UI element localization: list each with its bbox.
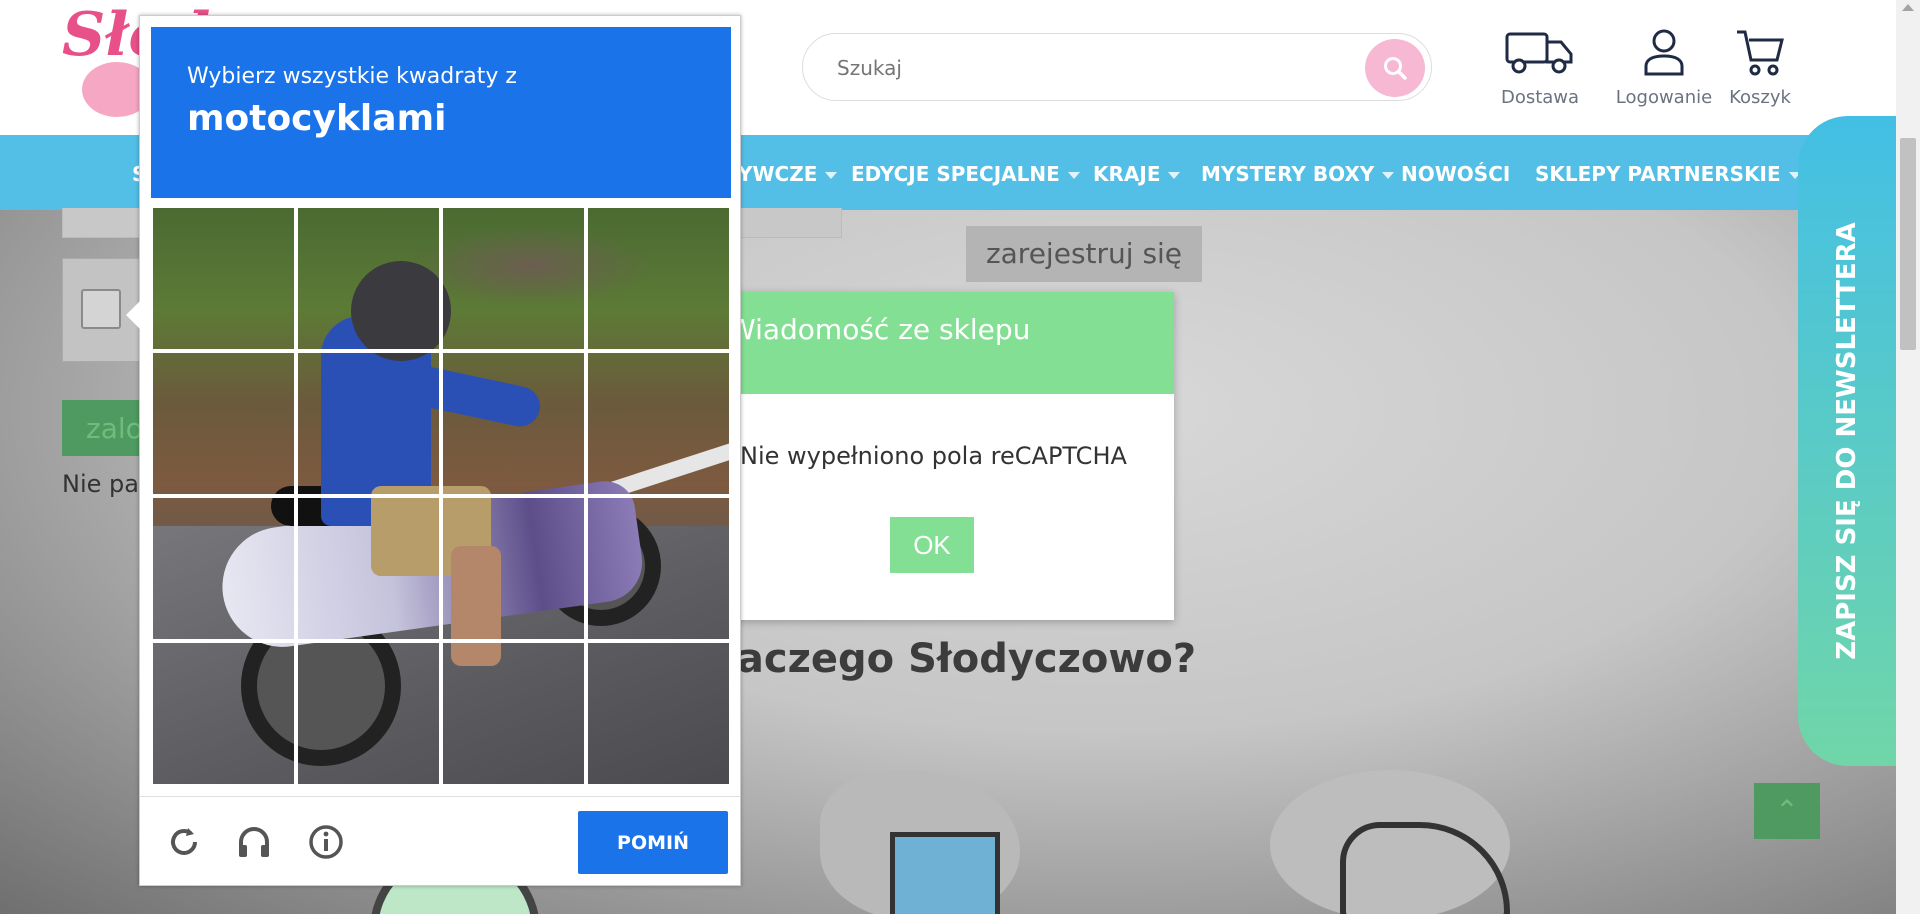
skip-button[interactable]: POMIŃ	[578, 811, 728, 874]
captcha-tile[interactable]	[441, 351, 586, 496]
captcha-tile[interactable]	[296, 641, 441, 786]
nav-item-food[interactable]: YWCZE	[738, 162, 838, 186]
register-button[interactable]: zarejestruj się	[966, 226, 1202, 282]
nav-item-label: EDYCJE SPECJALNE	[851, 162, 1060, 186]
captcha-tile[interactable]	[586, 206, 731, 351]
recaptcha-challenge: Wybierz wszystkie kwadraty z motocyklami	[126, 15, 741, 886]
cart-link[interactable]: Koszyk	[1720, 28, 1800, 108]
nav-item-label: YWCZE	[738, 162, 818, 186]
delivery-label: Dostawa	[1500, 87, 1580, 108]
fast-delivery-icon	[1340, 822, 1510, 914]
cart-label: Koszyk	[1729, 87, 1791, 108]
chevron-down-icon	[1067, 172, 1080, 179]
delivery-link[interactable]: Dostawa	[1490, 28, 1590, 108]
captcha-tiles	[151, 206, 731, 786]
captcha-tile[interactable]	[296, 206, 441, 351]
chevron-up-icon: ⌃	[1775, 794, 1799, 827]
captcha-tile[interactable]	[441, 206, 586, 351]
chevron-down-icon	[1168, 172, 1181, 179]
cart-icon	[1737, 30, 1784, 76]
headphones-icon[interactable]	[236, 824, 272, 860]
captcha-footer: POMIŃ	[140, 796, 740, 886]
search-bar	[802, 33, 1432, 101]
captcha-tile[interactable]	[296, 496, 441, 641]
newsletter-label: ZAPISZ SIĘ DO NEWSLETTERA	[1832, 222, 1862, 660]
nav-item-label: SKLEPY PARTNERSKIE	[1535, 162, 1781, 186]
captcha-instruction: Wybierz wszystkie kwadraty z	[187, 64, 517, 89]
nav-item-countries[interactable]: KRAJE	[1093, 162, 1181, 186]
login-label: Logowanie	[1615, 87, 1713, 108]
chevron-down-icon	[1382, 172, 1395, 179]
callout-pointer	[126, 301, 140, 329]
captcha-tile[interactable]	[151, 351, 296, 496]
page-scrollbar[interactable]	[1896, 0, 1920, 914]
reload-icon[interactable]	[166, 824, 202, 860]
shop-message-title: Wiadomość ze sklepu	[700, 292, 1174, 394]
nav-item-partner-shops[interactable]: SKLEPY PARTNERSKIE	[1535, 162, 1801, 186]
login-link[interactable]: Logowanie	[1608, 28, 1720, 108]
shop-message-dialog: Wiadomość ze sklepu Nie wypełniono pola …	[700, 292, 1174, 620]
feature-delivery-illustration	[1270, 770, 1510, 914]
truck-icon	[1505, 32, 1573, 74]
captcha-image-grid	[151, 206, 731, 786]
shop-message-text: Nie wypełniono pola reCAPTCHA	[740, 442, 1127, 470]
captcha-tile[interactable]	[296, 351, 441, 496]
captcha-tile[interactable]	[151, 641, 296, 786]
recaptcha-checkbox[interactable]	[81, 289, 121, 329]
nav-item-special-editions[interactable]: EDYCJE SPECJALNE	[851, 162, 1080, 186]
ok-button[interactable]: OK	[890, 517, 974, 573]
captcha-tile[interactable]	[151, 496, 296, 641]
search-button[interactable]	[1365, 39, 1425, 97]
info-icon[interactable]	[308, 824, 344, 860]
forgot-password-text[interactable]: Nie pa	[62, 470, 139, 498]
scroll-up-arrow-icon[interactable]	[1902, 4, 1914, 11]
captcha-target: motocyklami	[187, 98, 447, 139]
user-icon	[1644, 29, 1684, 76]
newsletter-tab[interactable]: ZAPISZ SIĘ DO NEWSLETTERA	[1798, 116, 1896, 766]
gift-icon	[890, 832, 1000, 914]
captcha-tile[interactable]	[441, 641, 586, 786]
nav-item-mystery-boxes[interactable]: MYSTERY BOXY	[1201, 162, 1395, 186]
why-heading: Dlaczego Słodyczowo?	[690, 636, 1197, 682]
captcha-tile[interactable]	[586, 641, 731, 786]
captcha-tile[interactable]	[151, 206, 296, 351]
captcha-tile[interactable]	[586, 496, 731, 641]
nav-item-new[interactable]: NOWOŚCI	[1401, 162, 1510, 186]
scroll-to-top-button[interactable]: ⌃	[1754, 783, 1820, 839]
scrollbar-thumb[interactable]	[1900, 138, 1916, 350]
nav-item-label: NOWOŚCI	[1401, 162, 1511, 186]
feature-gift-illustration	[820, 770, 1020, 914]
nav-item-label: MYSTERY BOXY	[1201, 162, 1375, 186]
captcha-tile[interactable]	[441, 496, 586, 641]
captcha-tile[interactable]	[586, 351, 731, 496]
captcha-header: Wybierz wszystkie kwadraty z motocyklami	[151, 27, 731, 198]
search-input[interactable]	[837, 52, 1337, 84]
nav-item-label: KRAJE	[1093, 162, 1161, 186]
chevron-down-icon	[825, 172, 838, 179]
search-icon	[1384, 57, 1407, 80]
